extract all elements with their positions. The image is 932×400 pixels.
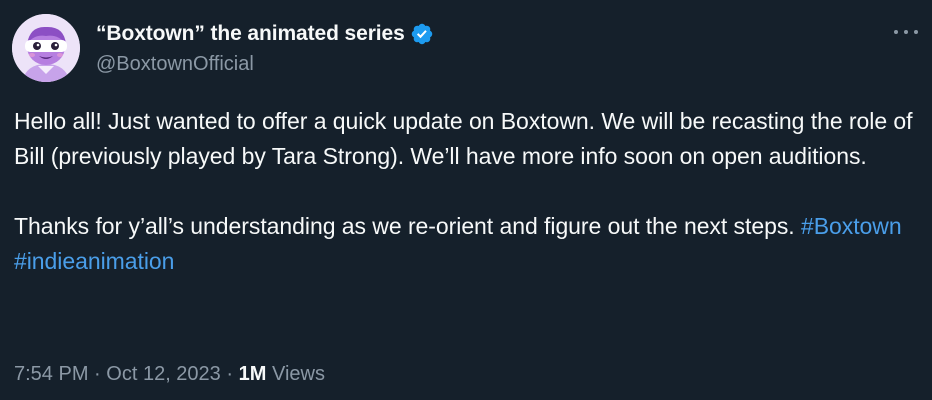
hashtag-link[interactable]: #Boxtown [801,213,902,239]
tweet-metadata: 7:54 PM · Oct 12, 2023 · 1M Views [14,363,325,386]
separator: · [94,363,101,385]
verified-badge-icon[interactable] [410,22,434,46]
avatar-image [12,14,80,82]
tweet-paragraph-2-text: Thanks for y’all’s understanding as we r… [14,213,795,239]
author-handle[interactable]: @BoxtownOfficial [96,53,254,76]
views-label: Views [271,363,325,385]
display-name[interactable]: “Boxtown” the animated series [96,22,405,46]
hashtag-link[interactable]: #indieanimation [14,248,174,274]
tweet: “Boxtown” the animated series @BoxtownOf… [0,0,932,400]
views-count[interactable]: 1M [239,363,267,385]
more-horizontal-icon[interactable] [894,22,918,42]
separator: · [226,363,234,385]
tweet-paragraph-2: Thanks for y’all’s understanding as we r… [14,209,914,279]
avatar[interactable] [12,14,80,82]
tweet-text: Hello all! Just wanted to offer a quick … [14,104,914,279]
tweet-date[interactable]: Oct 12, 2023 [106,363,221,385]
tweet-paragraph-1: Hello all! Just wanted to offer a quick … [14,108,913,169]
author-name-row: “Boxtown” the animated series [96,20,434,48]
tweet-time[interactable]: 7:54 PM [14,363,88,385]
